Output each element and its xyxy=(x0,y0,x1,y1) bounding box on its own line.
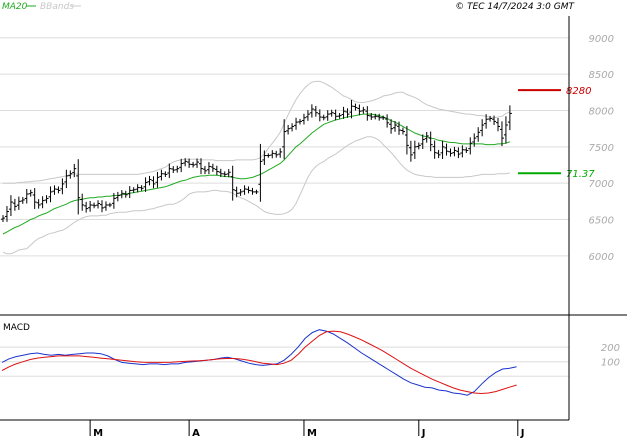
price-tick-label: 7000 xyxy=(589,179,614,190)
price-tick-label: 8500 xyxy=(589,70,614,81)
stock-chart: MA20 BBands © TEC 14/7/2024 3:0 GMT 6000… xyxy=(0,2,627,439)
price-pane: 6000 6500 7000 7500 8000 8500 9000 8280 71.37 xyxy=(0,16,614,314)
month-label: M xyxy=(307,428,317,439)
macd-lines xyxy=(1,329,517,396)
copyright-notice: © TEC 14/7/2024 3:0 GMT xyxy=(455,2,575,12)
macd-axis-labels: 100200 xyxy=(601,343,620,369)
macd-pane: MACD 100200 xyxy=(0,323,620,396)
month-label: M xyxy=(93,428,103,439)
month-label: A xyxy=(192,428,200,439)
legend-ma20: MA20 xyxy=(2,2,28,12)
price-tick-label: 6500 xyxy=(589,216,614,227)
macd-gridlines xyxy=(0,346,569,377)
macd-tick-label: 200 xyxy=(601,343,620,354)
price-tick-label: 8000 xyxy=(589,106,614,117)
price-tick-label: 6000 xyxy=(589,252,614,263)
macd-pane-label: MACD xyxy=(3,323,30,333)
legend-bbands: BBands xyxy=(40,2,74,12)
price-pane-background xyxy=(0,16,569,314)
support-level-label: 71.37 xyxy=(566,169,595,180)
price-tick-label: 7500 xyxy=(589,143,614,154)
x-axis-month-labels: MAMJJ xyxy=(89,420,525,439)
price-tick-label: 9000 xyxy=(589,34,614,45)
signal-line xyxy=(1,330,517,395)
price-axis-labels: 6000 6500 7000 7500 8000 8500 9000 xyxy=(589,34,614,263)
resistance-level-label: 8280 xyxy=(566,86,591,97)
month-label: J xyxy=(421,428,426,439)
macd-tick-label: 100 xyxy=(601,358,620,369)
month-label: J xyxy=(520,428,525,439)
